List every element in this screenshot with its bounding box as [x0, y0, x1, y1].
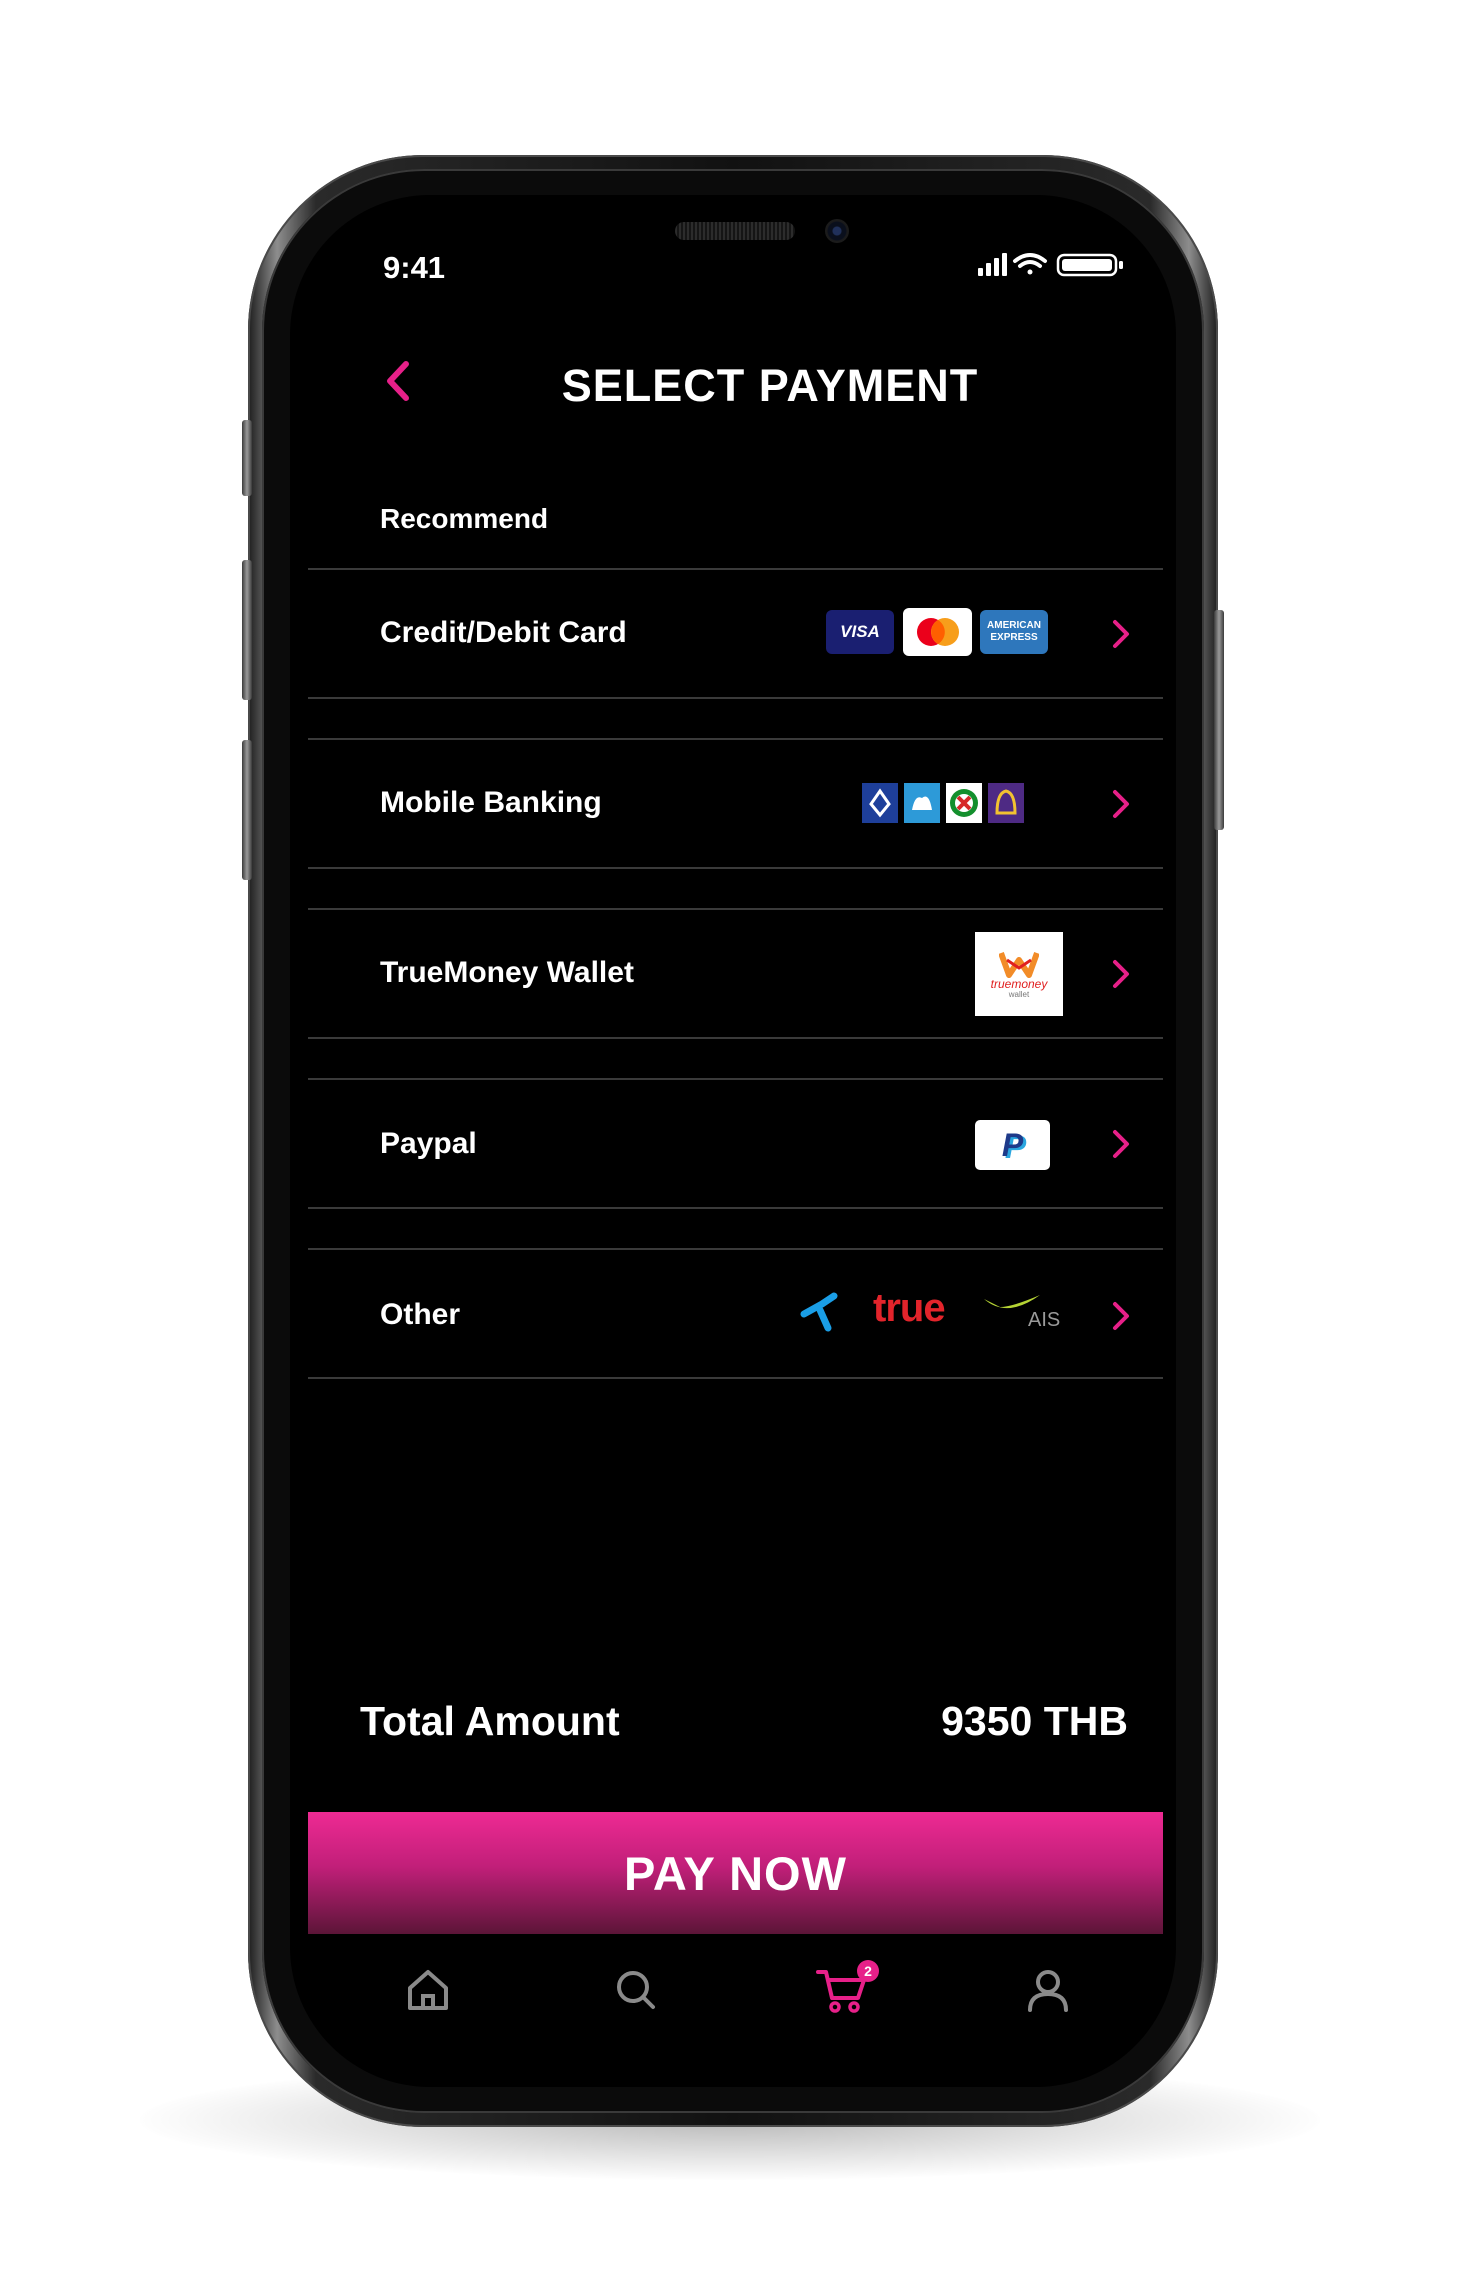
- chevron-right-icon: [1110, 618, 1132, 650]
- divider: [308, 1207, 1163, 1209]
- divider: [308, 867, 1163, 869]
- battery-icon: [1056, 253, 1123, 277]
- mastercard-logo: [903, 608, 972, 656]
- scb-icon: [988, 783, 1024, 823]
- visa-logo: VISA: [826, 610, 894, 654]
- row-label: Paypal: [380, 1127, 477, 1160]
- section-label: Recommend: [380, 503, 549, 534]
- home-icon[interactable]: [398, 1960, 458, 2020]
- front-camera: [825, 219, 849, 243]
- truemoney-text: truemoney: [990, 976, 1048, 991]
- row-label: Other: [380, 1298, 461, 1331]
- chevron-right-icon: [1110, 788, 1132, 820]
- row-label: Credit/Debit Card: [380, 616, 627, 649]
- truemoney-logo: truemoney wallet: [975, 932, 1063, 1016]
- true-logo: true: [873, 1286, 946, 1330]
- bangkok-bank-icon: [862, 783, 898, 823]
- earpiece-speaker: [675, 222, 795, 240]
- paypal-logo: P: [975, 1120, 1050, 1170]
- kasikorn-icon: [946, 783, 982, 823]
- ais-logo: AIS: [982, 1293, 1072, 1335]
- amex-line1: AMERICAN: [987, 620, 1041, 631]
- wifi-icon: [1013, 253, 1047, 275]
- silent-switch: [242, 420, 252, 496]
- chevron-right-icon: [1110, 1128, 1132, 1160]
- status-icons: [978, 250, 1130, 280]
- page-title: SELECT PAYMENT: [561, 360, 979, 411]
- status-time: 9:41: [383, 250, 446, 285]
- row-label: Mobile Banking: [380, 786, 602, 819]
- divider: [308, 697, 1163, 699]
- search-icon[interactable]: [606, 1960, 666, 2020]
- ais-text: AIS: [1028, 1309, 1061, 1331]
- total-amount-label: Total Amount: [360, 1698, 620, 1744]
- divider: [308, 1377, 1163, 1379]
- krungsri-icon: [904, 783, 940, 823]
- power-button: [1214, 610, 1224, 830]
- cart-badge: 2: [857, 1960, 879, 1982]
- volume-down-button: [242, 740, 252, 880]
- dtac-icon: [798, 1290, 844, 1334]
- truemoney-w-icon: [999, 951, 1039, 978]
- amex-logo: AMERICAN EXPRESS: [980, 610, 1048, 654]
- amex-line2: EXPRESS: [990, 632, 1038, 643]
- signal-icon: [978, 253, 1007, 276]
- paypal-icon: P: [1001, 1126, 1024, 1163]
- chevron-right-icon: [1110, 958, 1132, 990]
- volume-up-button: [242, 560, 252, 700]
- row-label: TrueMoney Wallet: [380, 956, 634, 989]
- chevron-left-icon: [387, 361, 409, 401]
- wallet-text: wallet: [1008, 989, 1030, 999]
- back-button[interactable]: [380, 356, 416, 406]
- divider: [308, 1037, 1163, 1039]
- pay-now-button[interactable]: PAY NOW: [308, 1812, 1163, 1934]
- total-amount-value: 9350 THB: [941, 1698, 1128, 1744]
- profile-icon[interactable]: [1018, 1960, 1078, 2020]
- chevron-right-icon: [1110, 1300, 1132, 1332]
